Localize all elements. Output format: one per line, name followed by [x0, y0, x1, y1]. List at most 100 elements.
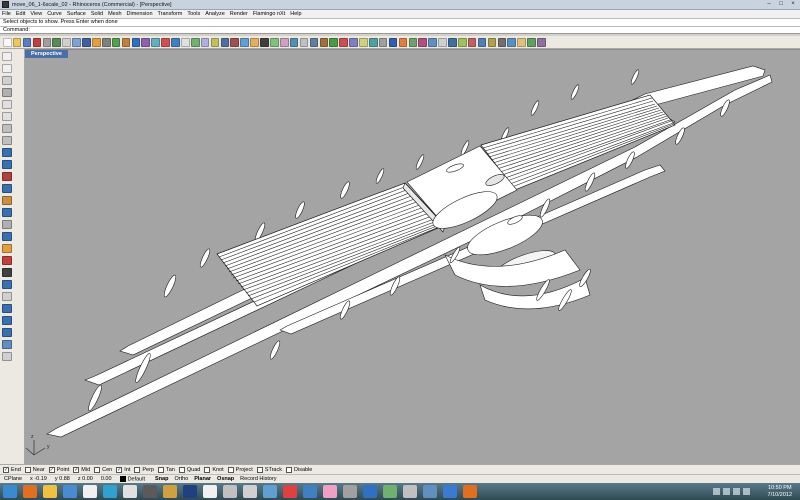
- osnap-near[interactable]: Near: [24, 466, 45, 473]
- toolbar-tool-icon[interactable]: [210, 37, 220, 47]
- taskbar-app-icon[interactable]: [343, 485, 357, 498]
- toolbar-tool-icon[interactable]: [319, 37, 329, 47]
- osnap-int[interactable]: ✓ Int: [116, 466, 130, 473]
- osnap-checkbox[interactable]: [94, 466, 101, 473]
- palette-tool-icon[interactable]: [2, 76, 12, 85]
- toolbar-tool-icon[interactable]: [22, 37, 32, 47]
- toolbar-tool-icon[interactable]: [368, 37, 378, 47]
- palette-tool-icon[interactable]: [2, 124, 12, 133]
- palette-tool-icon[interactable]: [2, 136, 12, 145]
- osnap-checkbox[interactable]: ✓: [48, 466, 55, 473]
- osnap-checkbox[interactable]: [204, 466, 211, 473]
- menu-curve[interactable]: Curve: [47, 11, 62, 17]
- taskbar-app-icon[interactable]: [263, 485, 277, 498]
- taskbar-app-icon[interactable]: [403, 485, 417, 498]
- toolbar-tool-icon[interactable]: [250, 37, 259, 47]
- toolbar-tool-icon[interactable]: [477, 37, 487, 47]
- toolbar-tool-icon[interactable]: [398, 37, 408, 47]
- taskbar-app-icon[interactable]: [243, 485, 257, 498]
- command-input[interactable]: [29, 27, 800, 34]
- osnap-mid[interactable]: ✓ Mid: [73, 466, 90, 473]
- palette-tool-icon[interactable]: [2, 352, 12, 361]
- maximize-button[interactable]: □: [776, 1, 786, 8]
- palette-tool-icon[interactable]: [2, 64, 12, 73]
- palette-tool-icon[interactable]: [2, 220, 12, 229]
- toolbar-tool-icon[interactable]: [408, 37, 418, 47]
- current-layer[interactable]: Default: [116, 475, 149, 482]
- palette-tool-icon[interactable]: [2, 88, 12, 97]
- toolbar-tool-icon[interactable]: [507, 37, 517, 47]
- toolbar-tool-icon[interactable]: [92, 37, 101, 47]
- taskbar-app-icon[interactable]: [303, 485, 317, 498]
- taskbar-app-icon[interactable]: [323, 485, 337, 498]
- palette-tool-icon[interactable]: [2, 328, 12, 337]
- taskbar-app-icon[interactable]: [423, 485, 437, 498]
- taskbar-app-icon[interactable]: [203, 485, 217, 498]
- toolbar-tool-icon[interactable]: [200, 37, 210, 47]
- osnap-checkbox[interactable]: ✓: [116, 466, 123, 473]
- toolbar-tool-icon[interactable]: [141, 37, 151, 47]
- viewport-title-tab[interactable]: Perspective: [25, 50, 68, 58]
- osnap-point[interactable]: ✓ Point: [48, 466, 69, 473]
- toolbar-tool-icon[interactable]: [289, 37, 299, 47]
- toolbar-tool-icon[interactable]: [111, 37, 121, 47]
- toolbar-tool-icon[interactable]: [359, 37, 368, 47]
- osnap-checkbox[interactable]: ✓: [73, 466, 80, 473]
- toolbar-tool-icon[interactable]: [12, 37, 22, 47]
- taskbar-app-icon[interactable]: [83, 485, 97, 498]
- taskbar-app-icon[interactable]: [163, 485, 177, 498]
- menu-edit[interactable]: Edit: [16, 11, 25, 17]
- palette-tool-icon[interactable]: [2, 304, 12, 313]
- taskbar-app-icon[interactable]: [43, 485, 57, 498]
- toggle-planar[interactable]: Planar: [194, 476, 211, 482]
- toolbar-tool-icon[interactable]: [457, 37, 467, 47]
- toolbar-tool-icon[interactable]: [260, 37, 269, 47]
- osnap-checkbox[interactable]: [227, 466, 234, 473]
- osnap-checkbox[interactable]: [286, 466, 292, 473]
- menu-view[interactable]: View: [30, 11, 42, 17]
- osnap-checkbox[interactable]: [178, 466, 185, 473]
- taskbar-clock[interactable]: 10:50 PM 7/10/2012: [768, 485, 792, 498]
- toggle-osnap[interactable]: Osnap: [217, 476, 234, 482]
- osnap-checkbox[interactable]: [157, 466, 164, 473]
- toolbar-tool-icon[interactable]: [339, 37, 348, 47]
- toolbar-tool-icon[interactable]: [230, 37, 240, 47]
- palette-tool-icon[interactable]: [2, 112, 12, 121]
- palette-tool-icon[interactable]: [2, 160, 12, 169]
- taskbar-app-icon[interactable]: [463, 485, 477, 498]
- taskbar-app-icon[interactable]: [443, 485, 457, 498]
- palette-tool-icon[interactable]: [2, 208, 12, 217]
- osnap-checkbox[interactable]: ✓: [3, 466, 9, 473]
- palette-tool-icon[interactable]: [2, 340, 12, 349]
- menu-solid[interactable]: Solid: [91, 11, 103, 17]
- toolbar-tool-icon[interactable]: [161, 37, 170, 47]
- toolbar-tool-icon[interactable]: [299, 37, 309, 47]
- toolbar-tool-icon[interactable]: [378, 37, 388, 47]
- menu-help[interactable]: Help: [290, 11, 301, 17]
- menu-render[interactable]: Render: [230, 11, 248, 17]
- minimize-button[interactable]: –: [764, 1, 774, 8]
- toolbar-tool-icon[interactable]: [527, 37, 536, 47]
- toolbar-tool-icon[interactable]: [82, 37, 91, 47]
- toggle-ortho[interactable]: Ortho: [174, 476, 188, 482]
- toolbar-tool-icon[interactable]: [309, 37, 319, 47]
- toggle-snap[interactable]: Snap: [155, 476, 168, 482]
- toolbar-tool-icon[interactable]: [428, 37, 437, 47]
- osnap-quad[interactable]: Quad: [178, 466, 200, 473]
- taskbar-app-icon[interactable]: [363, 485, 377, 498]
- toolbar-tool-icon[interactable]: [467, 37, 477, 47]
- tray-icon[interactable]: [733, 488, 740, 495]
- toolbar-tool-icon[interactable]: [42, 37, 52, 47]
- toolbar-tool-icon[interactable]: [279, 37, 289, 47]
- osnap-project[interactable]: Project: [227, 466, 253, 473]
- menu-surface[interactable]: Surface: [67, 11, 86, 17]
- taskbar-app-icon[interactable]: [143, 485, 157, 498]
- toolbar-tool-icon[interactable]: [52, 37, 62, 47]
- toolbar-tool-icon[interactable]: [537, 37, 546, 47]
- toolbar-tool-icon[interactable]: [32, 37, 42, 47]
- toolbar-tool-icon[interactable]: [190, 37, 200, 47]
- palette-tool-icon[interactable]: [2, 184, 12, 193]
- palette-tool-icon[interactable]: [2, 148, 12, 157]
- taskbar-app-icon[interactable]: [223, 485, 237, 498]
- toolbar-tool-icon[interactable]: [171, 37, 180, 47]
